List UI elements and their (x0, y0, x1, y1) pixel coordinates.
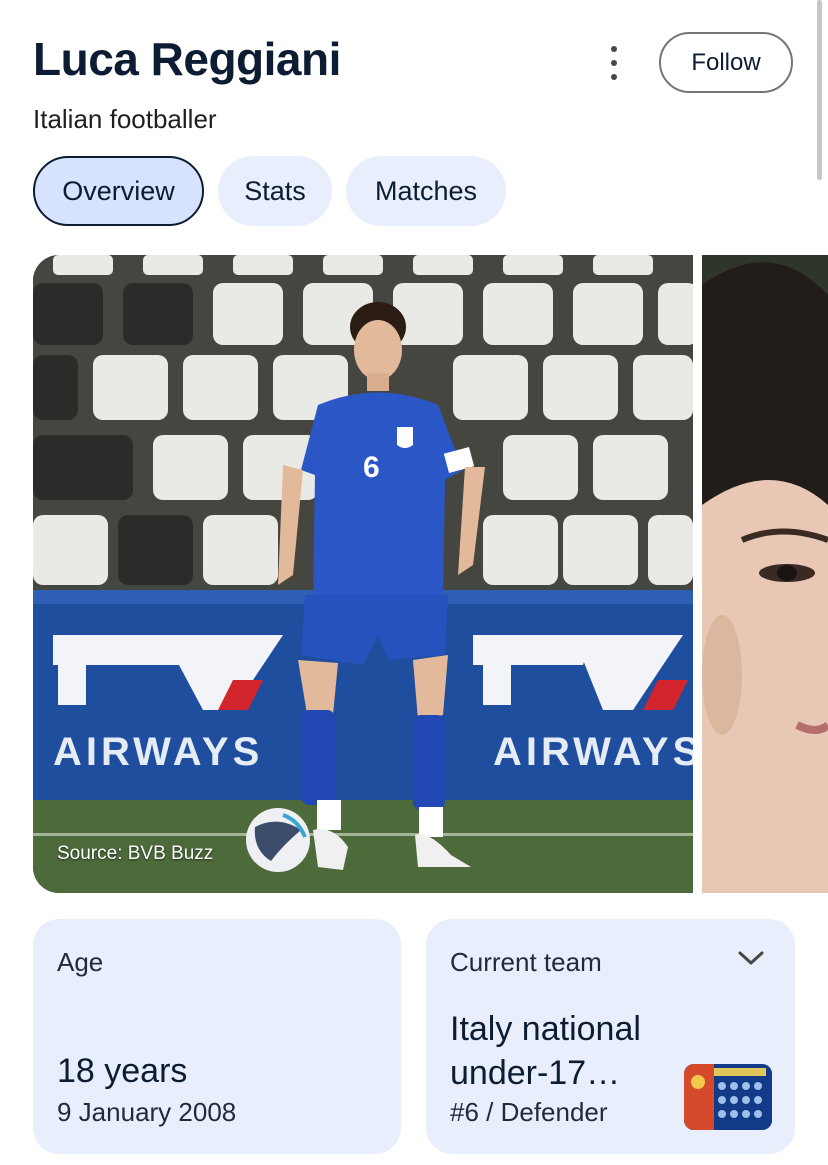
follow-button[interactable]: Follow (659, 32, 793, 93)
birth-date: 9 January 2008 (57, 1097, 237, 1127)
more-vert-icon[interactable] (598, 46, 630, 80)
tab-matches[interactable]: Matches (346, 156, 506, 226)
age-value: 18 years (57, 1052, 188, 1090)
tab-bar: Overview Stats Matches (33, 156, 506, 226)
ad-board-text: AIRWAYS (53, 730, 263, 774)
current-team-card[interactable]: Current team Italy national under-17… #6… (426, 919, 795, 1154)
player-photo-secondary[interactable] (702, 255, 828, 893)
team-logo-icon (684, 1064, 772, 1130)
chevron-down-icon[interactable] (737, 949, 765, 972)
team-name[interactable]: Italy national under-17… (450, 1007, 710, 1095)
tab-overview[interactable]: Overview (33, 156, 204, 226)
team-position: #6 / Defender (450, 1097, 608, 1127)
player-photo-main[interactable]: AIRWAYS AIRWAYS 6 Source: BVB Buzz (33, 255, 693, 893)
page-title: Luca Reggiani (33, 33, 341, 85)
page-scrollbar[interactable] (817, 0, 822, 180)
age-label: Age (57, 947, 104, 977)
age-card: Age 18 years 9 January 2008 (33, 919, 401, 1154)
ad-board-text-2: AIRWAYS (493, 730, 693, 774)
current-team-label: Current team (450, 947, 602, 977)
image-source-caption: Source: BVB Buzz (57, 843, 214, 864)
page-subtitle: Italian footballer (33, 104, 217, 134)
jersey-number: 6 (363, 451, 380, 484)
tab-stats[interactable]: Stats (218, 156, 332, 226)
